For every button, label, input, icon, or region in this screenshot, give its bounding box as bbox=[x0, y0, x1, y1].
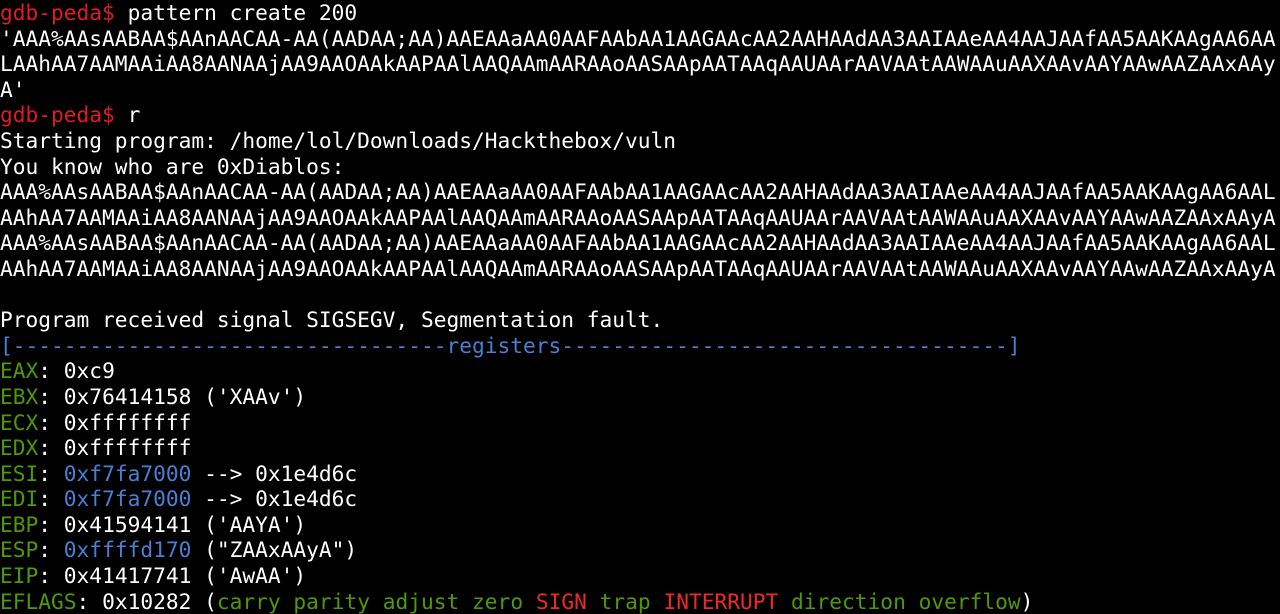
register-name: ECX bbox=[0, 409, 39, 435]
register-row-edx: EDX: 0xffffffff bbox=[0, 435, 1280, 461]
register-value: 0xffffd170 bbox=[63, 537, 192, 563]
output-line: 'AAA%AAsAABAA$AAnAACAA-AA(AADAA;AA)AAEAA… bbox=[0, 25, 1276, 51]
register-row-esi: ESI: 0xf7fa7000 --> 0x1e4d6c bbox=[0, 461, 1280, 487]
flag-carry: carry bbox=[216, 588, 281, 614]
flag-parity: parity bbox=[293, 588, 370, 614]
register-value: 0xc9 bbox=[63, 358, 115, 384]
flag-adjust: adjust bbox=[382, 588, 460, 614]
gdb-prompt: gdb-peda$ bbox=[0, 0, 115, 25]
command-text: pattern create 200 bbox=[114, 0, 358, 25]
register-name: ESI bbox=[0, 460, 39, 486]
register-name: EBP bbox=[0, 511, 39, 537]
output-line: A' bbox=[0, 76, 26, 102]
flags-close-paren: ) bbox=[1020, 588, 1034, 614]
register-name: EFLAGS bbox=[0, 588, 77, 614]
register-value: 0xffffffff bbox=[63, 409, 192, 435]
flag-sign: SIGN bbox=[535, 588, 587, 614]
flag-overflow: overflow bbox=[918, 588, 1021, 614]
register-value: 0x41594141 bbox=[63, 511, 192, 537]
output-line: AAA%AAsAABAA$AAnAACAA-AA(AADAA;AA)AAEAAa… bbox=[0, 179, 1276, 205]
output-line: LAAhAA7AAMAAiAA8AANAAjAA9AAOAAkAAPAAlAAQ… bbox=[0, 51, 1276, 77]
register-row-eflags: EFLAGS: 0x10282 (carry parity adjust zer… bbox=[0, 589, 1280, 614]
register-value: 0xf7fa7000 bbox=[63, 460, 192, 486]
output-line: AAhAA7AAMAAiAA8AANAAjAA9AAOAAkAAPAAlAAQA… bbox=[0, 204, 1276, 230]
register-extra: ('AAYA') bbox=[191, 511, 307, 537]
registers-header: [----------------------------------regis… bbox=[0, 332, 1021, 358]
register-value: 0xf7fa7000 bbox=[63, 486, 192, 512]
output-line: AAhAA7AAMAAiAA8AANAAjAA9AAOAAkAAPAAlAAQA… bbox=[0, 255, 1276, 281]
register-row-ecx: ECX: 0xffffffff bbox=[0, 410, 1280, 436]
terminal-window[interactable]: gdb-peda$ pattern create 200 'AAA%AAsAAB… bbox=[0, 0, 1280, 614]
flag-direction: direction bbox=[791, 588, 906, 614]
output-line: You know who are 0xDiablos: bbox=[0, 153, 345, 179]
register-separator: : bbox=[38, 486, 64, 512]
register-name: EAX bbox=[0, 358, 39, 384]
command-text: r bbox=[114, 102, 141, 128]
register-row-edi: EDI: 0xf7fa7000 --> 0x1e4d6c bbox=[0, 486, 1280, 512]
register-value: 0x76414158 bbox=[63, 383, 192, 409]
register-separator: : bbox=[38, 435, 64, 461]
flag-zero: zero bbox=[472, 588, 524, 614]
output-line: AAA%AAsAABAA$AAnAACAA-AA(AADAA;AA)AAEAAa… bbox=[0, 230, 1276, 256]
register-value: 0xffffffff bbox=[63, 435, 192, 461]
register-separator: : bbox=[38, 511, 64, 537]
register-extra: --> 0x1e4d6c bbox=[191, 486, 358, 512]
register-separator: : bbox=[38, 563, 64, 589]
register-name: EDI bbox=[0, 486, 39, 512]
signal-message: Program received signal SIGSEGV, Segment… bbox=[0, 307, 664, 333]
register-extra: --> 0x1e4d6c bbox=[191, 460, 358, 486]
flags-open-paren: ( bbox=[191, 588, 217, 614]
register-separator: : bbox=[38, 460, 64, 486]
register-separator: : bbox=[38, 409, 64, 435]
register-separator: : bbox=[38, 383, 64, 409]
register-extra: ("ZAAxAAyA") bbox=[191, 537, 358, 563]
register-row-ebp: EBP: 0x41594141 ('AAYA') bbox=[0, 512, 1280, 538]
register-name: EIP bbox=[0, 563, 39, 589]
flag-trap: trap bbox=[599, 588, 651, 614]
register-extra: ('XAAv') bbox=[191, 383, 307, 409]
register-value: 0x10282 bbox=[102, 588, 192, 614]
register-name: EDX bbox=[0, 435, 39, 461]
command-line-pattern: gdb-peda$ pattern create 200 bbox=[0, 0, 1280, 26]
register-row-ebx: EBX: 0x76414158 ('XAAv') bbox=[0, 384, 1280, 410]
register-extra: ('AwAA') bbox=[191, 563, 307, 589]
register-value: 0x41417741 bbox=[63, 563, 192, 589]
register-name: ESP bbox=[0, 537, 39, 563]
register-row-eax: EAX: 0xc9 bbox=[0, 358, 1280, 384]
register-row-esp: ESP: 0xffffd170 ("ZAAxAAyA") bbox=[0, 537, 1280, 563]
register-name: EBX bbox=[0, 383, 39, 409]
register-row-eip: EIP: 0x41417741 ('AwAA') bbox=[0, 563, 1280, 589]
register-separator: : bbox=[38, 537, 64, 563]
gdb-prompt: gdb-peda$ bbox=[0, 102, 115, 128]
register-separator: : bbox=[38, 358, 64, 384]
command-line-run: gdb-peda$ r bbox=[0, 102, 1280, 128]
output-line: Starting program: /home/lol/Downloads/Ha… bbox=[0, 127, 677, 153]
register-separator: : bbox=[76, 588, 103, 614]
flag-interrupt: INTERRUPT bbox=[663, 588, 779, 614]
